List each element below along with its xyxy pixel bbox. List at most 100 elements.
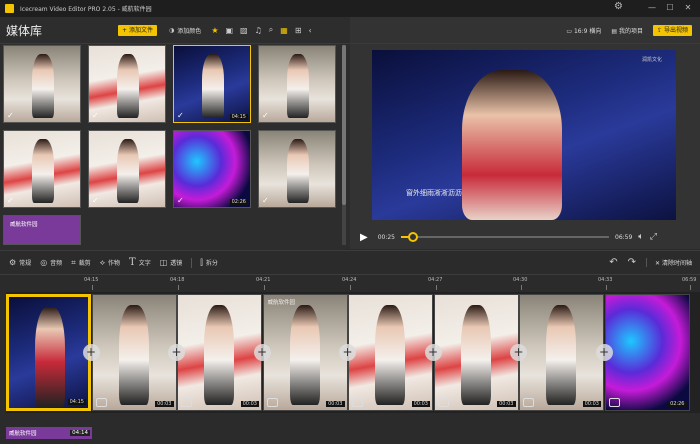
maximize-button[interactable]: ☐: [662, 1, 678, 15]
timeline-clip[interactable]: 04:15: [6, 294, 91, 411]
play-icon[interactable]: ▶: [360, 232, 368, 243]
thumbnail-label: 威航软件园: [10, 222, 38, 228]
close-button[interactable]: ✕: [680, 1, 696, 15]
media-thumbnail[interactable]: ✓ 04:15: [173, 45, 251, 123]
clip-effects-icon[interactable]: [352, 398, 363, 407]
thumbnail-figure: [287, 54, 309, 118]
favorites-star-icon[interactable]: ★: [211, 26, 218, 35]
seek-knob[interactable]: [408, 232, 419, 242]
thumbnail-figure: [117, 54, 139, 118]
timeline-clip[interactable]: 02:26: [604, 294, 690, 411]
thumbnail-figure: [32, 54, 54, 118]
export-video-button[interactable]: ⇪ 导出视频: [652, 24, 692, 36]
effects-button[interactable]: ⟡ 作物: [100, 258, 120, 268]
ruler-tick-label: 04:27: [428, 277, 443, 283]
clip-label: 威航软件园: [267, 300, 296, 306]
minimize-button[interactable]: —: [644, 1, 660, 15]
ruler-tick: [521, 285, 522, 290]
text-button[interactable]: T 文字: [129, 257, 151, 268]
current-time: 00:25: [377, 233, 395, 241]
audio-button[interactable]: ◎ 音频: [40, 258, 62, 267]
video-filter-icon[interactable]: ▣: [225, 26, 233, 35]
clear-timeline-button[interactable]: ✕ 清除时间轴: [646, 258, 692, 267]
thumbnail-figure: [117, 139, 139, 203]
split-icon: ⫿: [200, 257, 203, 267]
collapse-panel-icon[interactable]: ‹: [309, 26, 312, 35]
clip-effects-icon[interactable]: [608, 398, 620, 407]
clear-timeline-label: 清除时间轴: [661, 260, 692, 267]
add-transition-icon[interactable]: +: [424, 344, 442, 361]
image-filter-icon[interactable]: ▨: [240, 26, 248, 35]
thumbnail-figure: [287, 139, 309, 203]
my-projects-button[interactable]: ▤ 我的项目: [611, 26, 643, 35]
add-color-button[interactable]: ◑ 添加颜色: [169, 26, 201, 35]
timeline-ruler[interactable]: 04:15 04:18 04:21 04:24 04:27 04:30 04:33 06:59: [0, 275, 700, 290]
media-thumbnail[interactable]: ✓: [258, 45, 336, 123]
performer-figure: [462, 70, 562, 220]
timeline-clip[interactable]: 00:03: [519, 294, 604, 411]
transition-icon: ◫: [159, 258, 168, 267]
music-filter-icon[interactable]: ♫: [255, 26, 262, 35]
ruler-tick: [178, 285, 179, 290]
timeline-clip[interactable]: 00:03: [348, 294, 433, 411]
text-track-clip[interactable]: 威航软件园 04:14: [6, 427, 92, 439]
timeline-clip[interactable]: 威航软件园 00:03: [262, 294, 348, 411]
ruler-tick: [690, 285, 691, 290]
clip-effects-icon[interactable]: [266, 398, 278, 407]
add-transition-icon[interactable]: +: [253, 344, 271, 361]
media-thumbnail[interactable]: ✓: [88, 45, 166, 123]
video-preview[interactable]: 润凯文化 窗外细雨淅淅沥沥: [372, 50, 676, 220]
title-bar: Icecream Video Editor PRO 2.05 - 威航软件园 ⚙…: [0, 0, 700, 17]
split-button[interactable]: ⫿ 拆分: [191, 257, 218, 268]
clip-effects-icon[interactable]: [95, 398, 107, 407]
add-transition-icon[interactable]: +: [339, 344, 356, 361]
thumbnail-duration: 02:26: [229, 199, 248, 205]
media-thumbnail[interactable]: ✓ 02:26: [173, 130, 251, 208]
fullscreen-icon[interactable]: ⤢: [650, 232, 657, 242]
media-thumbnail[interactable]: ✓: [3, 45, 81, 123]
add-transition-icon[interactable]: +: [82, 344, 100, 361]
media-library-title: 媒体库: [6, 23, 43, 38]
small-grid-view-icon[interactable]: ⊞: [295, 26, 302, 35]
undo-icon[interactable]: ↶: [609, 257, 617, 268]
text-icon: T: [129, 257, 136, 268]
ruler-tick: [264, 285, 265, 290]
add-file-button[interactable]: + 添加文件: [118, 24, 158, 36]
add-transition-icon[interactable]: +: [168, 344, 185, 361]
aspect-ratio-button[interactable]: ▭ 16:9 横向: [566, 26, 601, 35]
clip-effects-icon[interactable]: [181, 398, 192, 407]
seek-slider[interactable]: [401, 232, 609, 242]
media-thumbnail[interactable]: 威航软件园: [3, 215, 81, 245]
media-thumbnail[interactable]: ✓: [258, 130, 336, 208]
general-button[interactable]: ⚙ 常规: [9, 258, 31, 267]
general-settings-icon: ⚙: [9, 258, 17, 267]
gear-icon[interactable]: ⚙: [614, 1, 623, 12]
media-scrollbar[interactable]: [342, 45, 346, 245]
my-projects-label: 我的项目: [618, 27, 643, 35]
export-label: 导出视频: [663, 26, 688, 34]
check-icon: ✓: [262, 196, 269, 205]
general-label: 常规: [19, 260, 32, 267]
effects-label: 作物: [108, 260, 121, 267]
clip-effects-icon[interactable]: [523, 398, 534, 407]
ruler-tick-label: 04:33: [598, 277, 613, 283]
add-transition-icon[interactable]: +: [595, 344, 613, 361]
thumbnail-figure: [32, 139, 54, 203]
volume-icon[interactable]: 🔈︎: [638, 232, 643, 242]
search-icon[interactable]: ⌕: [269, 25, 273, 35]
timeline-clip[interactable]: 00:03: [91, 294, 177, 411]
media-thumbnail[interactable]: ✓: [3, 130, 81, 208]
ruler-tick: [436, 285, 437, 290]
crop-button[interactable]: ⌗ 裁剪: [71, 258, 91, 268]
clip-effects-icon[interactable]: [437, 398, 449, 407]
timeline-clip[interactable]: 00:03: [177, 294, 262, 411]
aspect-icon: ▭: [566, 27, 574, 35]
timeline-clip[interactable]: 00:03: [433, 294, 519, 411]
media-thumbnail[interactable]: ✓: [88, 130, 166, 208]
redo-icon[interactable]: ↷: [628, 257, 636, 268]
add-transition-icon[interactable]: +: [510, 344, 527, 361]
transition-button[interactable]: ◫ 透镜: [160, 258, 183, 267]
clip-figure: [118, 305, 149, 405]
crop-icon: ⌗: [71, 257, 76, 267]
large-grid-view-icon[interactable]: ▦: [280, 26, 288, 35]
